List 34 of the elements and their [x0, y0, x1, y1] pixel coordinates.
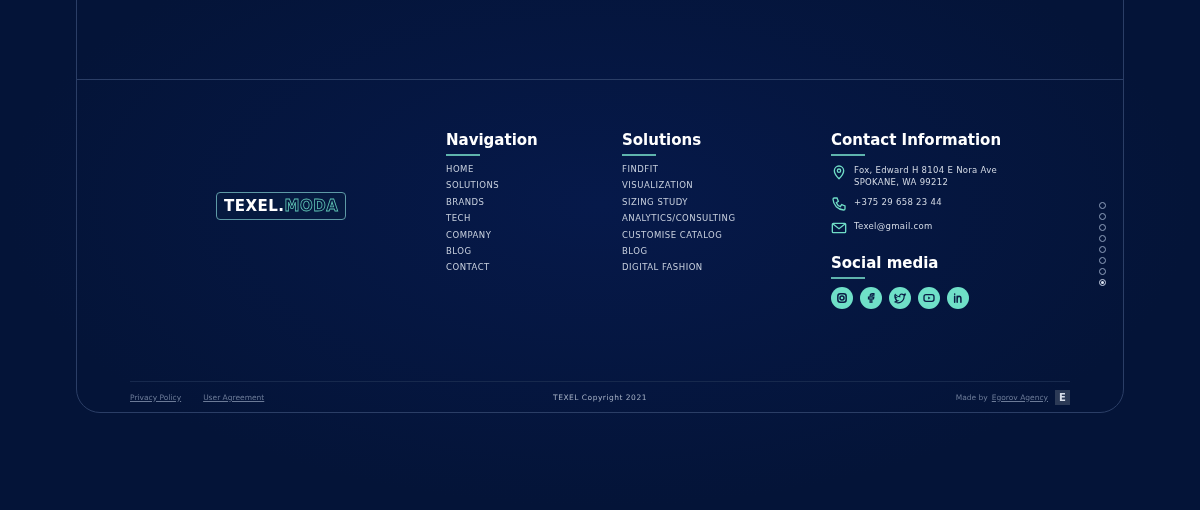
phone-icon	[831, 196, 847, 212]
agency-logo[interactable]: E	[1055, 389, 1070, 405]
social-linkedin-button[interactable]	[947, 287, 969, 309]
footer-link[interactable]: SIZING STUDY	[622, 196, 831, 207]
column-heading: Social media	[831, 254, 940, 272]
footer-link[interactable]: FINDFIT	[622, 164, 831, 174]
address-text: Fox, Edward H 8104 E Nora Ave SPOKANE, WA 99212	[854, 164, 998, 188]
logo-outline-text: MODA	[284, 197, 339, 215]
logo-badge[interactable]: TEXEL.MODA	[216, 192, 347, 220]
footer-link[interactable]: DIGITAL FASHION	[622, 262, 831, 273]
footer-link[interactable]: BLOG	[622, 245, 831, 256]
envelope-icon	[831, 220, 847, 236]
footer-link[interactable]: VISUALIZATION	[622, 180, 831, 191]
social-facebook-button[interactable]	[860, 287, 882, 309]
footer-link[interactable]: BRANDS	[446, 196, 622, 207]
footer-link[interactable]: CUSTOMISE CATALOG	[622, 229, 831, 240]
footer-link[interactable]: ANALYTICS/CONSULTING	[622, 213, 831, 224]
email-address[interactable]: Texel@gmail.com	[854, 220, 933, 232]
social-video-play-button[interactable]	[918, 287, 940, 309]
footer-link[interactable]: CONTACT	[446, 262, 622, 273]
footer-link[interactable]: HOME	[446, 164, 622, 174]
column-heading: Navigation	[446, 131, 539, 149]
phone-number[interactable]: +375 29 658 23 44	[854, 196, 942, 208]
column-heading: Contact Information	[831, 131, 1003, 149]
footer-link[interactable]: COMPANY	[446, 229, 622, 240]
location-pin-icon	[831, 164, 847, 180]
footer-link[interactable]: BLOG	[446, 245, 622, 256]
social-instagram-button[interactable]	[831, 287, 853, 309]
column-heading: Solutions	[622, 131, 703, 149]
page-dot[interactable]	[1099, 279, 1106, 286]
social-twitter-button[interactable]	[889, 287, 911, 309]
logo-text: TEXEL.	[224, 197, 285, 215]
footer-link[interactable]: TECH	[446, 213, 622, 224]
footer-link[interactable]: SOLUTIONS	[446, 180, 622, 191]
